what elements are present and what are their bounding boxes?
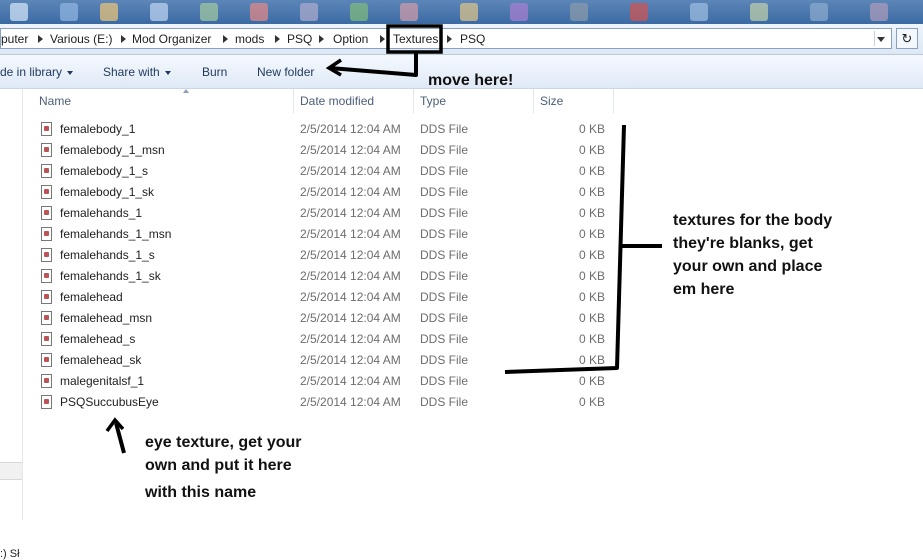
eye-note-line: own and put it here — [145, 457, 292, 474]
textures-note-line: textures for the body — [673, 212, 833, 229]
eye-note-line: with this name — [145, 484, 257, 501]
textures-note-line: em here — [673, 281, 735, 298]
move-here-note: move here! — [428, 72, 514, 89]
textures-note-line: your own and place — [673, 258, 823, 275]
textures-note-line: they're blanks, get — [673, 235, 813, 252]
eye-note-line: eye texture, get your — [145, 434, 302, 451]
textures-bracket-line — [504, 124, 626, 374]
textures-highlight-box — [386, 24, 443, 54]
move-here-arrow — [329, 52, 418, 77]
nav-pane-drive-label[interactable]: :) Sł — [0, 548, 20, 560]
